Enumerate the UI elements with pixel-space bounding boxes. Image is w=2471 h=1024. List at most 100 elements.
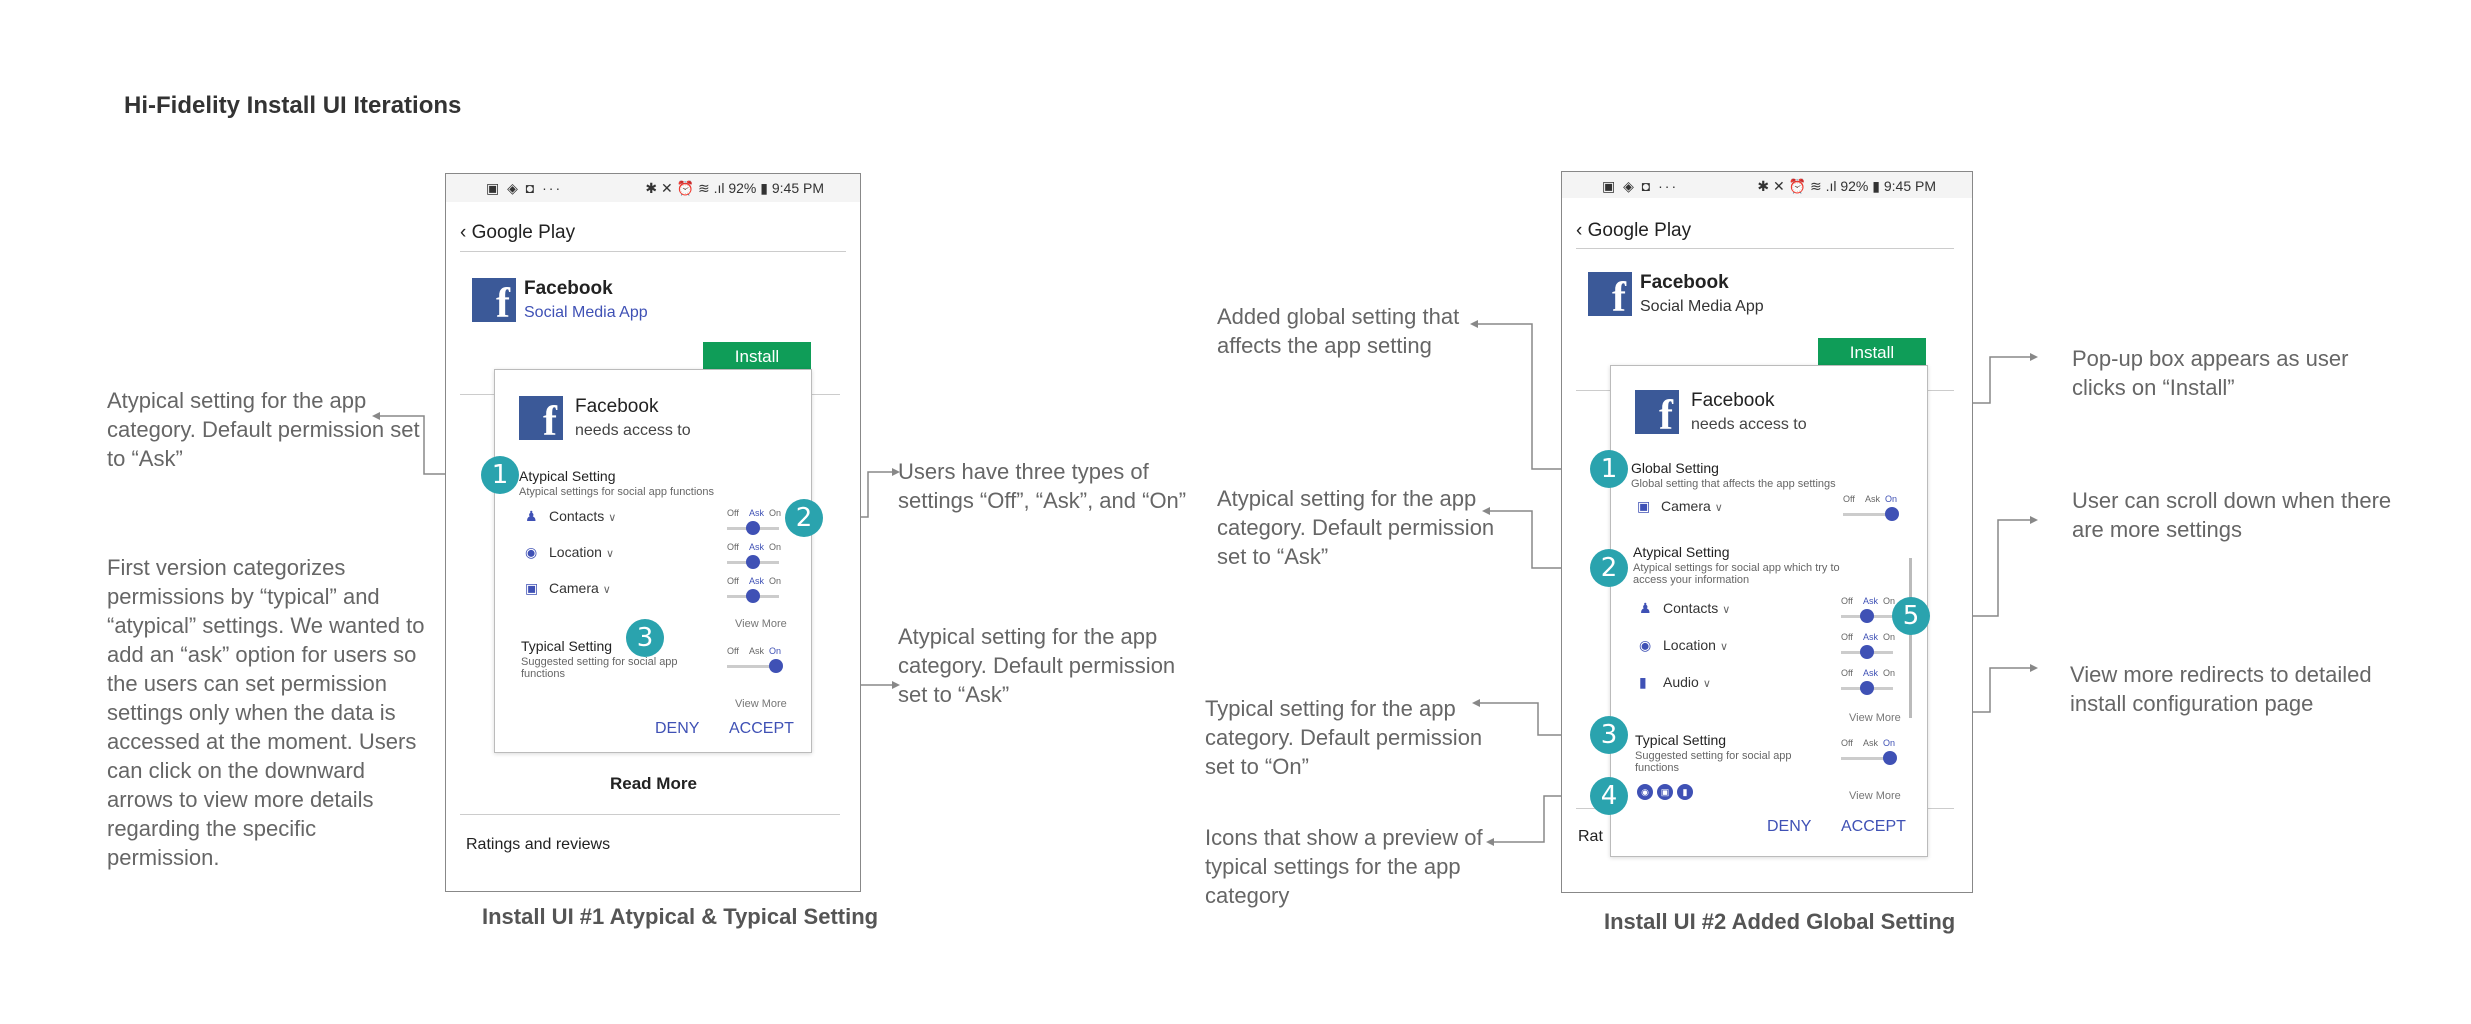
badge-2: 2 <box>1590 549 1628 587</box>
view-more-link[interactable]: View More <box>735 618 787 630</box>
chevron-down-icon[interactable]: ∨ <box>1720 641 1728 653</box>
facebook-logo-icon: f <box>472 278 516 322</box>
microphone-preview-icon: ▮ <box>1677 784 1693 800</box>
perm-camera[interactable]: ▣ Camera ∨ <box>525 580 611 597</box>
app-category[interactable]: Social Media App <box>524 304 648 322</box>
app-name: Facebook <box>1640 272 1729 293</box>
chevron-down-icon[interactable]: ∨ <box>606 548 614 560</box>
view-more-link[interactable]: View More <box>1849 712 1901 724</box>
chevron-down-icon[interactable]: ∨ <box>1703 678 1711 690</box>
label-on: On <box>1883 596 1896 606</box>
perm-location[interactable]: ◉ Location ∨ <box>525 544 614 561</box>
camera-icon: ▣ <box>525 580 539 596</box>
atypical-section-desc: Atypical settings for social app which t… <box>1633 562 1840 586</box>
status-icons-left: ▣ ◈ ◘ ··· <box>1602 178 1679 194</box>
label-off: Off <box>727 508 739 518</box>
perm-contacts[interactable]: ♟ Contacts ∨ <box>525 508 616 525</box>
badge-3: 3 <box>626 619 664 657</box>
view-more-link[interactable]: View More <box>735 698 787 710</box>
permission-dialog: f Facebook needs access to Atypical Sett… <box>494 369 812 753</box>
perm-label: Audio <box>1663 674 1699 690</box>
facebook-logo-icon: f <box>1635 390 1679 434</box>
perm-label: Contacts <box>1663 600 1719 616</box>
ratings-label[interactable]: Ratings and reviews <box>466 836 610 854</box>
note-view-more: View more redirects to detailed install … <box>2070 662 2372 716</box>
label-off: Off <box>1841 596 1853 606</box>
label-ask: Ask <box>1863 632 1879 642</box>
atypical-section-desc: Atypical settings for social app functio… <box>519 486 715 498</box>
location-pin-icon: ◉ <box>1639 637 1652 653</box>
label-on: On <box>769 646 782 656</box>
perm-label: Contacts <box>549 508 605 524</box>
toggle-knob-ask[interactable] <box>746 555 760 569</box>
status-bar: ▣ ◈ ◘ ··· ✱ ✕ ⏰ ≋ .ıl 92% ▮ 9:45 PM <box>446 174 860 202</box>
read-more-link[interactable]: Read More <box>610 774 697 794</box>
chevron-down-icon[interactable]: ∨ <box>1722 604 1730 616</box>
chevron-down-icon[interactable]: ∨ <box>608 512 616 524</box>
perm-label: Camera <box>549 580 599 596</box>
install-button[interactable]: Install <box>1818 338 1926 368</box>
label-off: Off <box>1841 738 1853 748</box>
perm-location[interactable]: ◉ Location ∨ <box>1639 637 1728 654</box>
deny-button[interactable]: DENY <box>1767 818 1811 836</box>
status-icons-left: ▣ ◈ ◘ ··· <box>486 180 563 196</box>
label-ask: Ask <box>1863 668 1879 678</box>
perm-label: Location <box>549 544 602 560</box>
accept-button[interactable]: ACCEPT <box>1841 818 1906 836</box>
toggle-knob-on[interactable] <box>1885 507 1899 521</box>
accept-button[interactable]: ACCEPT <box>729 720 794 738</box>
divider <box>460 814 840 815</box>
location-pin-icon: ◉ <box>525 544 538 560</box>
toggle-knob-ask[interactable] <box>1860 681 1874 695</box>
toggle-knob-on[interactable] <box>769 659 783 673</box>
scrollbar[interactable] <box>1909 558 1912 718</box>
label-off: Off <box>727 542 739 552</box>
back-to-store[interactable]: ‹ Google Play <box>1576 220 1691 242</box>
label-ask: Ask <box>749 508 765 518</box>
toggle-knob-ask[interactable] <box>746 589 760 603</box>
chevron-down-icon[interactable]: ∨ <box>603 584 611 596</box>
note-first-version: First version categorizes permissions by… <box>107 555 425 870</box>
page-title: Hi-Fidelity Install UI Iterations <box>124 92 462 119</box>
ratings-label-partial[interactable]: Rat <box>1578 828 1603 846</box>
perm-camera-global[interactable]: ▣ Camera ∨ <box>1637 498 1723 515</box>
label-on: On <box>769 576 782 586</box>
view-more-link[interactable]: View More <box>1849 790 1901 802</box>
note-atypical-ui2: Atypical setting for the app category. D… <box>1217 486 1495 569</box>
label-ask: Ask <box>749 646 765 656</box>
label-off: Off <box>727 646 739 656</box>
label-off: Off <box>1841 668 1853 678</box>
perm-audio[interactable]: ▮ Audio ∨ <box>1639 674 1711 691</box>
typical-section-title: Typical Setting <box>521 638 613 654</box>
note-typical-ui2: Typical setting for the app category. De… <box>1205 696 1483 779</box>
toggle-knob-ask[interactable] <box>1860 609 1874 623</box>
label-on: On <box>1883 632 1896 642</box>
label-off: Off <box>1841 632 1853 642</box>
camera-icon: ▣ <box>1637 498 1651 514</box>
dialog-title: Facebook <box>575 396 659 417</box>
location-preview-icon: ◉ <box>1637 784 1653 800</box>
status-bar: ▣ ◈ ◘ ··· ✱ ✕ ⏰ ≋ .ıl 92% ▮ 9:45 PM <box>1562 172 1972 198</box>
badge-1: 1 <box>481 456 519 494</box>
chevron-left-icon: ‹ <box>1576 220 1583 241</box>
label-ask: Ask <box>1863 596 1879 606</box>
label-on: On <box>1885 494 1898 504</box>
install-button[interactable]: Install <box>703 342 811 372</box>
label-ask: Ask <box>1863 738 1879 748</box>
note-atypical-left: Atypical setting for the app category. D… <box>107 388 420 471</box>
toggle-knob-on[interactable] <box>1883 751 1897 765</box>
global-section-title: Global Setting <box>1631 460 1719 476</box>
back-to-store[interactable]: ‹ Google Play <box>460 222 575 244</box>
note-scroll: User can scroll down when there are more… <box>2072 488 2392 542</box>
divider <box>460 251 846 252</box>
store-label: Google Play <box>471 222 576 243</box>
note-popup: Pop-up box appears as user clicks on “In… <box>2072 346 2349 400</box>
perm-contacts[interactable]: ♟ Contacts ∨ <box>1639 600 1730 617</box>
typical-section-desc: Suggested setting for social app functio… <box>1635 750 1792 774</box>
toggle-knob-ask[interactable] <box>746 521 760 535</box>
toggle-knob-ask[interactable] <box>1860 645 1874 659</box>
deny-button[interactable]: DENY <box>655 720 699 738</box>
label-on: On <box>1883 668 1896 678</box>
badge-3: 3 <box>1590 716 1628 754</box>
chevron-down-icon[interactable]: ∨ <box>1715 502 1723 514</box>
